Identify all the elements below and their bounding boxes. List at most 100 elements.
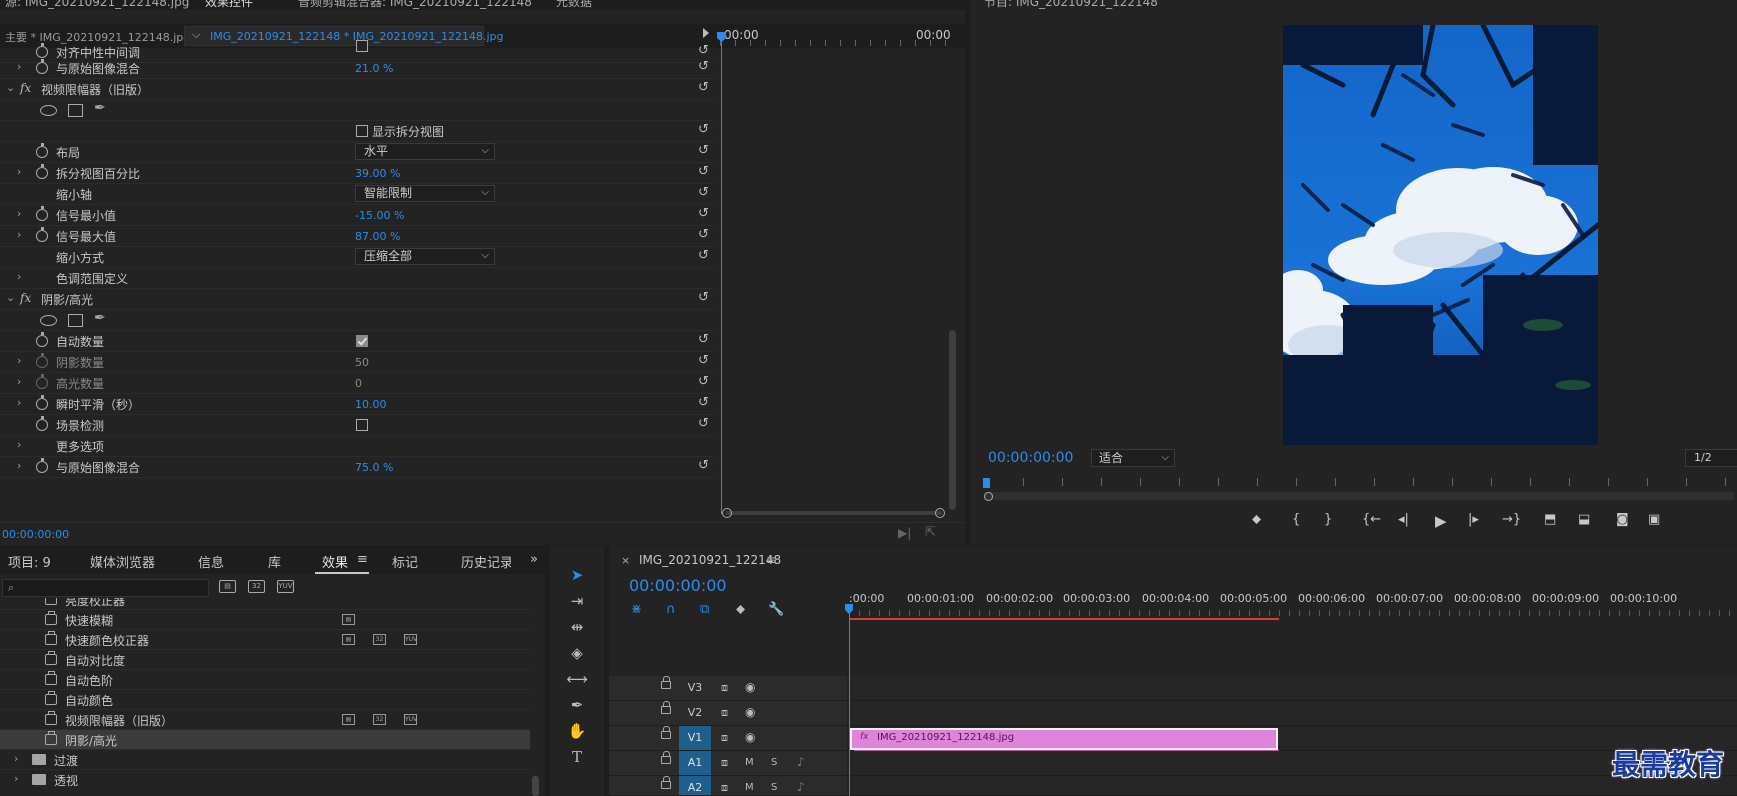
- add-marker-icon[interactable]: ⬥: [1252, 512, 1261, 527]
- property-value[interactable]: 10.00: [355, 398, 387, 411]
- effect-row[interactable]: 自动数量 ↺: [0, 331, 715, 352]
- selection-tool-icon[interactable]: ➤: [566, 564, 588, 586]
- sync-lock-icon[interactable]: ⧈: [721, 681, 728, 695]
- stopwatch-icon[interactable]: [36, 43, 48, 58]
- stopwatch-icon[interactable]: [36, 206, 48, 221]
- reset-icon[interactable]: ↺: [698, 122, 709, 137]
- pen-mask-icon[interactable]: ✒: [94, 310, 106, 326]
- effect-header-row[interactable]: ⌄ fx 视频限幅器（旧版） ↺: [0, 79, 715, 100]
- effect-row[interactable]: 缩小方式 压缩全部 ⌵ ↺: [0, 247, 715, 268]
- close-icon[interactable]: ×: [621, 554, 630, 567]
- compare-view-icon[interactable]: ▣: [1648, 512, 1660, 527]
- property-value[interactable]: 39.00 %: [355, 167, 400, 180]
- chevron-right-icon[interactable]: ›: [17, 60, 21, 73]
- zoom-handle-right[interactable]: [935, 508, 945, 518]
- ripple-edit-tool-icon[interactable]: ⇹: [566, 616, 588, 638]
- 32bit-effects-icon[interactable]: 32: [248, 580, 265, 593]
- tab-metadata[interactable]: 元数据: [556, 0, 592, 10]
- reset-icon[interactable]: ↺: [698, 206, 709, 221]
- track-select-tool-icon[interactable]: ⇥: [566, 590, 588, 612]
- pen-mask-icon[interactable]: ✒: [94, 100, 106, 116]
- reset-icon[interactable]: ↺: [698, 143, 709, 158]
- reset-icon[interactable]: ↺: [698, 332, 709, 347]
- program-timecode[interactable]: 00:00:00:00: [988, 450, 1073, 466]
- rectangle-mask-icon[interactable]: [68, 104, 83, 117]
- snap-icon[interactable]: ∩: [666, 602, 676, 617]
- zoom-fit-select[interactable]: 适合 ⌵: [1091, 449, 1175, 467]
- wrench-icon[interactable]: 🔧: [768, 602, 784, 617]
- effect-row[interactable]: › 阴影数量 50 ↺: [0, 352, 715, 373]
- add-marker-icon[interactable]: ⬥: [736, 602, 745, 617]
- zoom-handle-left[interactable]: [722, 508, 732, 518]
- reset-icon[interactable]: ↺: [698, 43, 709, 58]
- vertical-scrollbar[interactable]: [949, 330, 956, 510]
- track-name[interactable]: A2: [679, 776, 711, 795]
- scene-detect-checkbox[interactable]: [356, 419, 368, 431]
- play-audio-icon[interactable]: ▶|: [898, 526, 911, 540]
- type-tool-icon[interactable]: T: [566, 746, 588, 768]
- rectangle-mask-icon[interactable]: [68, 314, 83, 327]
- track-a2[interactable]: A2 ⧈ M S ♪: [609, 776, 1737, 796]
- eye-icon[interactable]: ◉: [745, 730, 755, 744]
- reset-icon[interactable]: ↺: [698, 395, 709, 410]
- effect-list-item[interactable]: 快速模糊 ▤: [0, 610, 530, 630]
- effect-row[interactable]: 显示拆分视图 ↺: [0, 121, 715, 142]
- zoom-handle[interactable]: [984, 492, 993, 501]
- effect-row[interactable]: › 色调范围定义: [0, 268, 715, 289]
- reset-icon[interactable]: ↺: [698, 185, 709, 200]
- chevron-right-icon[interactable]: ›: [17, 228, 21, 241]
- property-value[interactable]: 75.0 %: [355, 461, 393, 474]
- auto-amount-checkbox[interactable]: [356, 335, 368, 347]
- tab-history[interactable]: 历史记录: [461, 552, 511, 571]
- chevron-right-icon[interactable]: ›: [17, 375, 21, 388]
- track-v2[interactable]: V2 ⧈ ◉: [609, 701, 1737, 726]
- reset-icon[interactable]: ↺: [698, 374, 709, 389]
- tab-project[interactable]: 项目: 9: [8, 552, 51, 571]
- effect-header-row[interactable]: ⌄ fx 阴影/高光 ↺: [0, 289, 715, 310]
- stopwatch-icon[interactable]: [36, 59, 48, 74]
- folder-item[interactable]: › 过渡: [0, 750, 530, 770]
- camera-icon[interactable]: ◙: [1616, 512, 1629, 527]
- stopwatch-icon[interactable]: [36, 395, 48, 410]
- checkbox[interactable]: [356, 40, 368, 52]
- track-name[interactable]: V2: [679, 701, 711, 725]
- chevron-right-icon[interactable]: ›: [17, 165, 21, 178]
- tab-info[interactable]: 信息: [198, 552, 224, 571]
- tab-effect-controls[interactable]: 效果控件: [205, 0, 253, 10]
- sequence-tab[interactable]: IMG_20210921_122148: [639, 553, 781, 567]
- stopwatch-icon[interactable]: [36, 143, 48, 158]
- pen-tool-icon[interactable]: ✒: [566, 694, 588, 716]
- track-area[interactable]: [849, 676, 1737, 700]
- chevron-down-icon[interactable]: ⌄: [6, 81, 15, 94]
- tab-libraries[interactable]: 库: [268, 552, 281, 571]
- lock-icon[interactable]: [661, 726, 671, 739]
- chevron-right-icon[interactable]: ›: [14, 772, 18, 785]
- effect-list-item[interactable]: 快速颜色校正器 ▤ 32 YUV: [0, 630, 530, 650]
- track-area[interactable]: [849, 701, 1737, 725]
- property-value[interactable]: -15.00 %: [355, 209, 404, 222]
- tab-menu-icon[interactable]: ≡: [357, 552, 368, 567]
- mark-out-icon[interactable]: }: [1324, 512, 1332, 527]
- stopwatch-icon[interactable]: [36, 416, 48, 431]
- horizontal-zoom-bar[interactable]: [726, 511, 942, 515]
- track-name[interactable]: A1: [679, 751, 711, 775]
- reset-icon[interactable]: ↺: [698, 227, 709, 242]
- lock-icon[interactable]: [661, 701, 671, 714]
- effect-row[interactable]: › 拆分视图百分比 39.00 % ↺: [0, 163, 715, 184]
- effect-row[interactable]: › 信号最小值 -15.00 % ↺: [0, 205, 715, 226]
- program-playhead[interactable]: [983, 478, 990, 488]
- chevron-right-icon[interactable]: ›: [17, 270, 21, 283]
- reset-icon[interactable]: ↺: [698, 458, 709, 473]
- footer-timecode[interactable]: 00:00:00:00: [2, 528, 69, 541]
- tab-source[interactable]: 源: IMG_20210921_122148.jpg: [5, 0, 189, 10]
- playback-resolution-select[interactable]: 1/2: [1685, 449, 1737, 467]
- track-v3[interactable]: V3 ⧈ ◉: [609, 676, 1737, 701]
- ellipse-mask-icon[interactable]: [40, 105, 57, 116]
- effect-list-item[interactable]: 自动对比度: [0, 650, 530, 670]
- eye-icon[interactable]: ◉: [745, 705, 755, 719]
- chevron-right-icon[interactable]: ›: [17, 354, 21, 367]
- stopwatch-icon[interactable]: [36, 458, 48, 473]
- more-tabs-icon[interactable]: »: [530, 552, 538, 567]
- reduce-method-select[interactable]: 压缩全部 ⌵: [355, 248, 495, 265]
- tab-menu-icon[interactable]: ≡: [766, 553, 776, 567]
